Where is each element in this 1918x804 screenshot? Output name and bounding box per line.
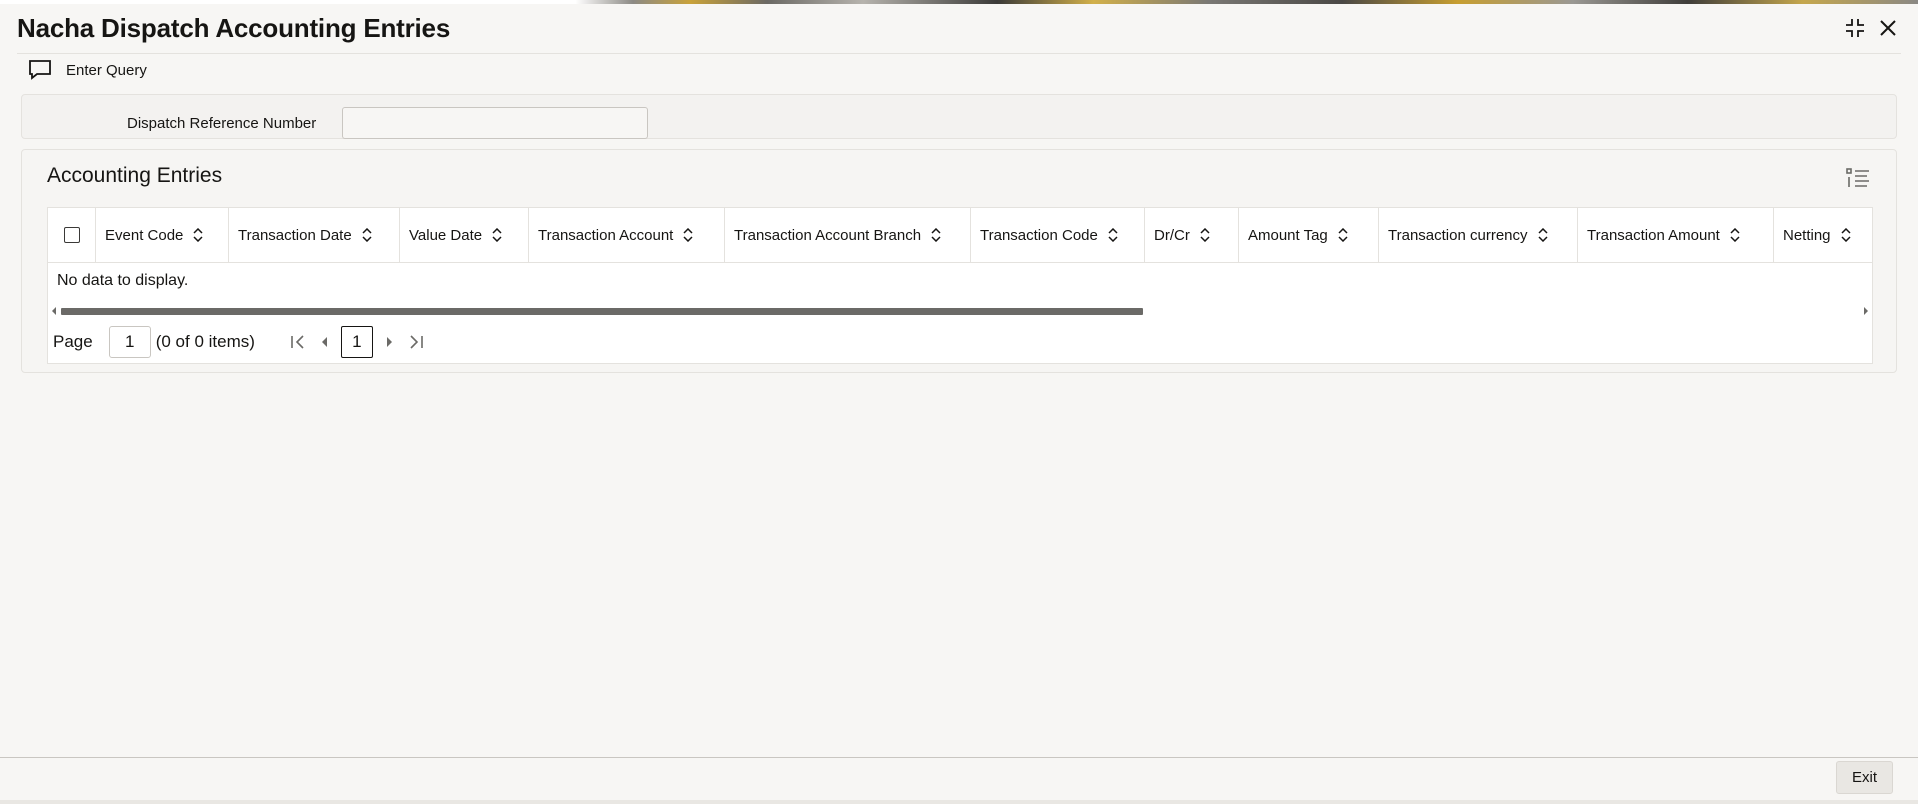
list-settings-icon [1846,168,1869,187]
column-header-transaction-amount[interactable]: Transaction Amount [1578,208,1774,262]
column-settings-button[interactable] [1846,168,1870,195]
sort-icon [1537,228,1548,242]
sort-icon [193,228,203,242]
query-criteria-panel: Dispatch Reference Number [21,94,1897,139]
column-header-transaction-account-branch[interactable]: Transaction Account Branch [725,208,971,262]
column-label: Transaction currency [1388,226,1528,244]
column-header-netting[interactable]: Netting [1774,208,1872,262]
column-header-transaction-account[interactable]: Transaction Account [529,208,725,262]
column-header-dr-cr[interactable]: Dr/Cr [1145,208,1239,262]
sort-icon [683,228,693,242]
column-label: Transaction Code [980,226,1098,244]
column-header-amount-tag[interactable]: Amount Tag [1239,208,1379,262]
maximize-button[interactable] [1841,14,1869,42]
column-label: Dr/Cr [1154,226,1190,244]
chat-bubble-icon [29,60,51,80]
header-divider [17,53,1901,54]
sort-icon [492,228,502,242]
maximize-icon [1846,19,1864,37]
sort-icon [1338,228,1348,242]
sort-icon [1200,228,1210,242]
first-page-button[interactable] [285,334,311,350]
column-header-event-code[interactable]: Event Code [96,208,229,262]
first-page-icon [291,335,304,349]
previous-page-icon [321,337,327,347]
column-label: Transaction Account Branch [734,226,922,244]
next-page-icon [386,337,392,347]
items-summary: (0 of 0 items) [155,332,255,351]
column-label: Transaction Amount [1587,226,1720,244]
page-number-input[interactable]: 1 [108,326,151,358]
select-all-cell [48,208,96,262]
previous-page-button[interactable] [311,335,337,349]
sort-icon [931,228,941,242]
column-header-transaction-date[interactable]: Transaction Date [229,208,400,262]
column-label: Event Code [105,226,184,244]
last-page-icon [410,335,423,349]
exit-button[interactable]: Exit [1836,761,1893,794]
bottom-edge [0,800,1918,804]
current-page-button[interactable]: 1 [340,326,373,358]
column-header-transaction-code[interactable]: Transaction Code [971,208,1145,262]
column-label: Netting [1783,226,1831,244]
column-label: Amount Tag [1248,226,1328,244]
column-label: Value Date [409,226,483,244]
header-banner-strip [0,0,1918,4]
accounting-entries-table: Event Code Transaction Date Value Date T… [47,207,1873,364]
select-all-checkbox[interactable] [63,227,80,243]
section-title: Accounting Entries [47,164,223,187]
column-header-value-date[interactable]: Value Date [400,208,529,262]
column-header-transaction-currency[interactable]: Transaction currency [1379,208,1578,262]
next-page-button[interactable] [377,335,403,349]
sort-icon [362,228,372,242]
close-button[interactable] [1874,14,1902,42]
dispatch-reference-label: Dispatch Reference Number [127,115,317,132]
scrollbar-thumb[interactable] [61,308,1143,315]
column-label: Transaction Account [538,226,674,244]
horizontal-scrollbar[interactable] [48,305,1872,317]
dispatch-reference-input[interactable] [342,107,648,139]
pagination-bar: Page 1 (0 of 0 items) 1 [53,324,429,360]
last-page-button[interactable] [403,334,429,350]
column-label: Transaction Date [238,226,352,244]
scroll-right-arrow-icon[interactable] [1863,306,1869,316]
enter-query-label: Enter Query [66,61,147,79]
page-label: Page [53,332,93,351]
sort-icon [1841,228,1851,242]
accounting-entries-section: Accounting Entries Event Code Transactio… [21,149,1897,373]
close-icon [1880,20,1896,36]
sort-icon [1108,228,1118,242]
footer-divider [0,757,1918,758]
empty-table-message: No data to display. [57,272,189,289]
page-title: Nacha Dispatch Accounting Entries [17,13,451,43]
sort-icon [1730,228,1740,242]
scroll-left-arrow-icon[interactable] [51,306,57,316]
enter-query-button[interactable]: Enter Query [28,58,147,82]
table-header-row: Event Code Transaction Date Value Date T… [48,208,1872,263]
